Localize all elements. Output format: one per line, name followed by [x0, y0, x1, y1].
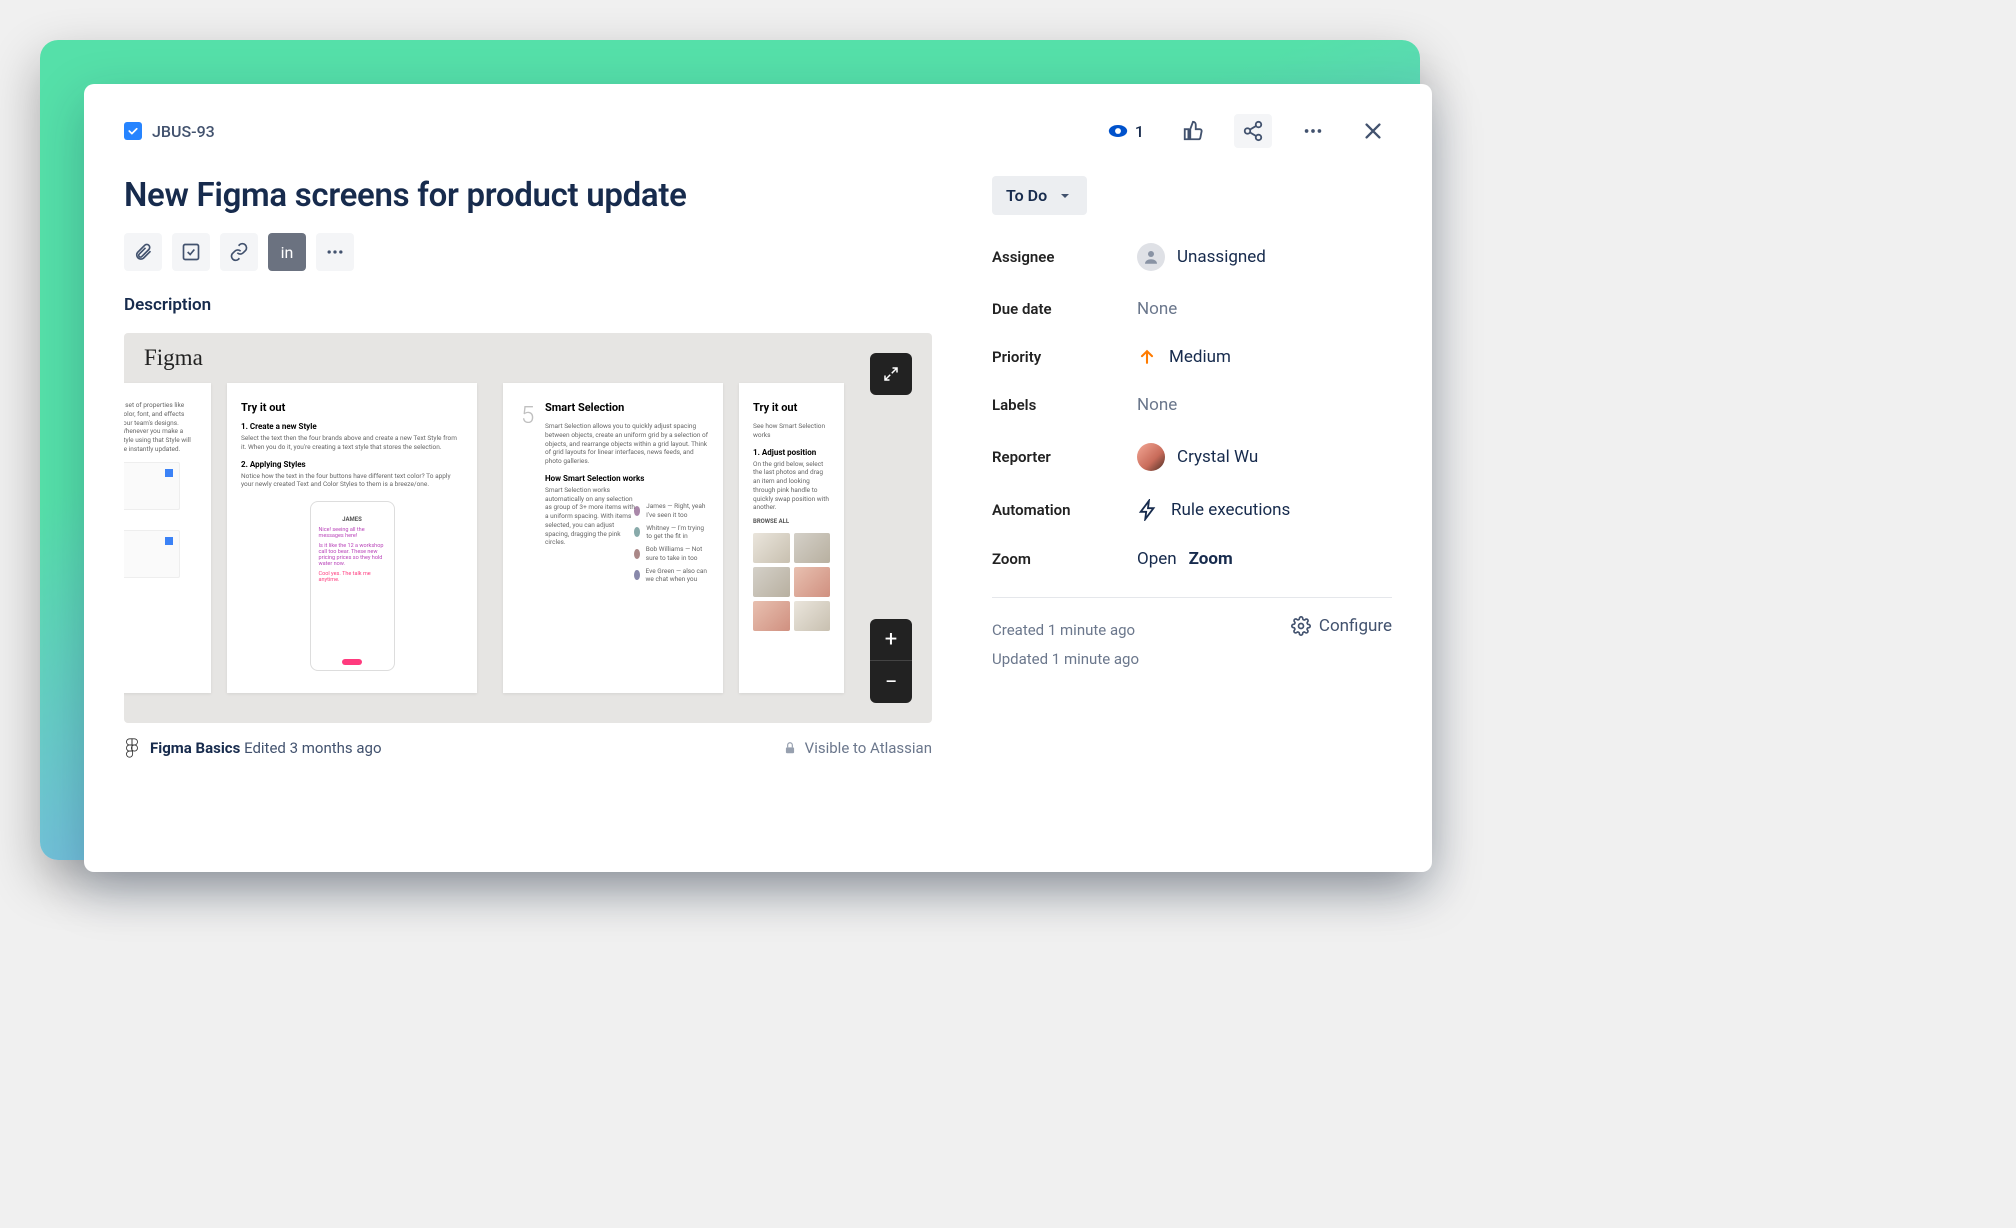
field-assignee[interactable]: Assignee Unassigned [992, 243, 1392, 271]
modal-header: JBUS-93 1 [124, 114, 1392, 148]
more-icon [325, 242, 345, 262]
expand-preview-button[interactable] [870, 353, 912, 395]
watch-button[interactable]: 1 [1099, 114, 1152, 148]
link-issue-button[interactable] [220, 233, 258, 271]
zoom-controls: + − [870, 619, 912, 703]
field-zoom[interactable]: Zoom Open Zoom [992, 549, 1392, 569]
figma-frame: a set of properties like color, font, an… [124, 383, 211, 693]
zoom-in-button[interactable]: + [870, 619, 912, 661]
lock-icon [783, 741, 797, 755]
unassigned-avatar-icon [1137, 243, 1165, 271]
issue-key[interactable]: JBUS-93 [152, 122, 215, 141]
paperclip-icon [133, 242, 153, 262]
gear-icon [1291, 616, 1311, 636]
bolt-icon [1137, 499, 1159, 521]
close-button[interactable] [1354, 114, 1392, 148]
more-actions-button[interactable] [1294, 114, 1332, 148]
priority-medium-icon [1137, 347, 1157, 367]
thumbs-up-icon [1182, 120, 1204, 142]
figma-icon [124, 737, 140, 759]
field-due-date[interactable]: Due date None [992, 299, 1392, 319]
header-actions: 1 [1099, 114, 1392, 148]
meta-footer: Created 1 minute ago Updated 1 minute ag… [992, 597, 1392, 673]
status-value: To Do [1006, 186, 1047, 205]
zoom-out-button[interactable]: − [870, 661, 912, 703]
expand-icon [882, 365, 900, 383]
figma-frame: Try it out 1. Create a new Style Select … [227, 383, 477, 693]
preview-visibility: Visible to Atlassian [805, 739, 932, 757]
description-label: Description [124, 295, 932, 315]
updated-date: Updated 1 minute ago [992, 645, 1139, 674]
like-button[interactable] [1174, 114, 1212, 148]
status-dropdown[interactable]: To Do [992, 176, 1087, 215]
link-icon [229, 242, 249, 262]
attach-button[interactable] [124, 233, 162, 271]
figma-canvas: a set of properties like color, font, an… [124, 383, 932, 723]
share-button[interactable] [1234, 114, 1272, 148]
reporter-avatar [1137, 443, 1165, 471]
preview-edited: Edited 3 months ago [244, 739, 381, 757]
field-reporter[interactable]: Reporter Crystal Wu [992, 443, 1392, 471]
eye-icon [1107, 120, 1129, 142]
toolbar-more-button[interactable] [316, 233, 354, 271]
add-child-button[interactable] [172, 233, 210, 271]
preview-file-name[interactable]: Figma Basics [150, 739, 240, 757]
figma-preview[interactable]: Figma a set of properties like color, fo… [124, 333, 932, 723]
field-labels[interactable]: Labels None [992, 395, 1392, 415]
invision-button[interactable]: in [268, 233, 306, 271]
checklist-icon [181, 242, 201, 262]
breadcrumb[interactable]: JBUS-93 [124, 122, 215, 141]
configure-button[interactable]: Configure [1291, 616, 1392, 636]
share-icon [1242, 120, 1264, 142]
issue-type-icon [124, 122, 142, 140]
figma-frame: 5 Smart Selection Smart Selection allows… [503, 383, 723, 693]
preview-meta: Figma Basics Edited 3 months ago Visible… [124, 737, 932, 759]
field-priority[interactable]: Priority Medium [992, 347, 1392, 367]
chevron-down-icon [1057, 188, 1073, 204]
field-automation[interactable]: Automation Rule executions [992, 499, 1392, 521]
content-toolbar: in [124, 233, 932, 271]
issue-title[interactable]: New Figma screens for product update [124, 176, 932, 215]
created-date: Created 1 minute ago [992, 616, 1139, 645]
issue-modal: JBUS-93 1 [84, 84, 1432, 872]
invision-icon: in [281, 243, 294, 262]
more-icon [1302, 120, 1324, 142]
watch-count: 1 [1135, 122, 1144, 141]
figma-logo: Figma [144, 345, 203, 371]
close-icon [1362, 120, 1384, 142]
figma-frame: Try it out See how Smart Selection works… [739, 383, 844, 693]
